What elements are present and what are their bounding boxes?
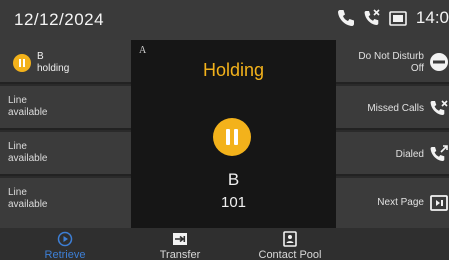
- transfer-softkey[interactable]: Transfer: [135, 228, 225, 260]
- dnd-label: Do Not Disturb Off: [358, 51, 424, 75]
- line-key-state: available: [8, 153, 48, 164]
- contact-book-icon: [283, 231, 297, 247]
- line-key-state: available: [8, 107, 48, 118]
- missed-calls-key[interactable]: Missed Calls: [336, 86, 449, 130]
- dnd-key[interactable]: Do Not Disturb Off: [336, 40, 449, 84]
- missed-calls-label: Missed Calls: [367, 103, 424, 114]
- next-page-key[interactable]: Next Page: [336, 178, 449, 228]
- call-state: Holding: [202, 60, 265, 80]
- hold-pause-icon[interactable]: [213, 118, 251, 156]
- call-panel: A Holding B 101: [131, 40, 336, 228]
- retrieve-softkey[interactable]: Retrieve: [20, 228, 110, 260]
- line-keys-column: B holding Line available Line available …: [0, 40, 131, 228]
- date-display: 12/12/2024: [14, 10, 105, 29]
- contact-pool-label: Contact Pool: [258, 249, 322, 260]
- play-circle-icon: [57, 231, 73, 247]
- status-icons: 14:0: [336, 8, 449, 28]
- line-key-label: Line available: [8, 141, 47, 165]
- line-key-state: holding: [37, 63, 70, 74]
- line-key-name: Line: [8, 95, 27, 106]
- dialed-label: Dialed: [395, 149, 424, 160]
- next-page-label: Next Page: [377, 197, 424, 208]
- status-bar: 12/12/2024 14:0: [0, 0, 449, 40]
- line-key-3[interactable]: Line available: [0, 132, 131, 176]
- softkey-bar: Retrieve Transfer Contact Pool: [0, 228, 449, 260]
- missed-call-icon: [429, 98, 449, 123]
- account-letter: A: [139, 45, 147, 56]
- dialed-key[interactable]: Dialed: [336, 132, 449, 176]
- function-keys-column: Do Not Disturb Off Missed Calls Dialed N…: [336, 40, 449, 228]
- line-key-state: available: [8, 199, 48, 210]
- voicemail-tray-icon: [388, 8, 408, 28]
- dnd-title: Do Not Disturb: [358, 51, 424, 62]
- dnd-state: Off: [410, 63, 424, 74]
- missed-call-status-icon: [362, 8, 382, 28]
- caller-name: B: [227, 170, 240, 189]
- line-key-4[interactable]: Line available: [0, 178, 131, 228]
- line-key-label: Line available: [8, 95, 47, 119]
- transfer-icon: [173, 233, 187, 245]
- line-key-name: Line: [8, 187, 27, 198]
- retrieve-label: Retrieve: [44, 249, 86, 260]
- phone-icon: [336, 8, 356, 28]
- dialed-call-icon: [429, 144, 449, 169]
- line-key-name: Line: [8, 141, 27, 152]
- line-key-1[interactable]: B holding: [0, 40, 131, 84]
- hold-status-icon: [13, 54, 31, 72]
- minus-circle-icon: [429, 52, 449, 77]
- line-key-name: B: [37, 51, 44, 62]
- clock: 14:0: [415, 8, 449, 27]
- next-page-icon: [429, 193, 449, 218]
- transfer-label: Transfer: [159, 249, 201, 260]
- line-key-label: B holding: [37, 51, 69, 75]
- contact-pool-softkey[interactable]: Contact Pool: [245, 228, 335, 260]
- line-key-label: Line available: [8, 187, 47, 211]
- line-key-2[interactable]: Line available: [0, 86, 131, 130]
- caller-number: 101: [220, 194, 247, 211]
